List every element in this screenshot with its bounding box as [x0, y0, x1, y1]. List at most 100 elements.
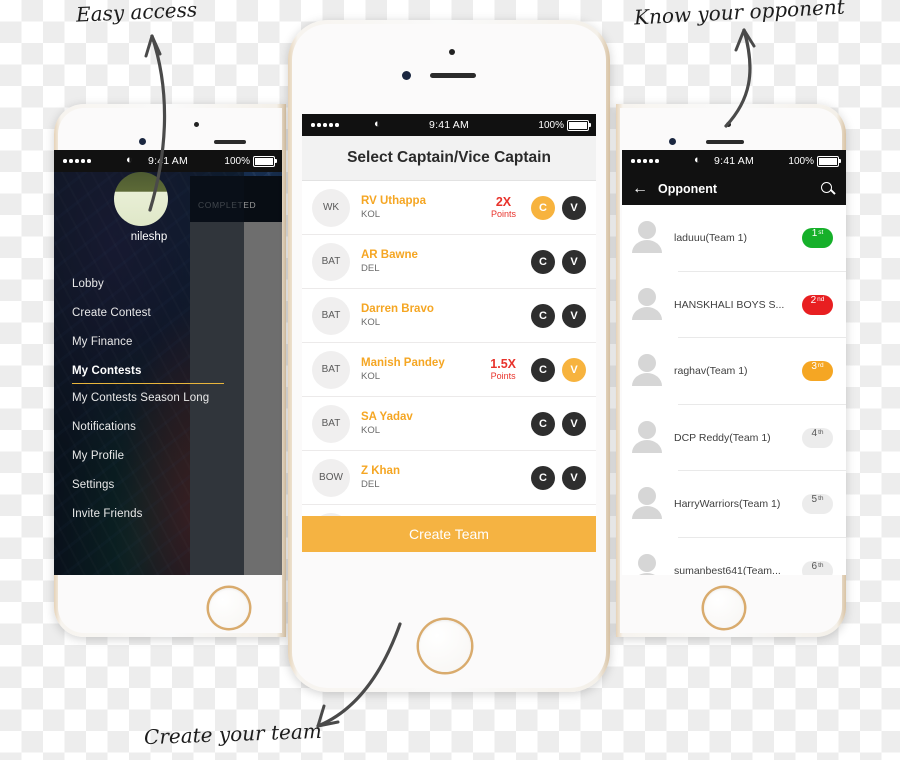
player-team: DEL — [361, 479, 380, 490]
battery-percent: 100% — [788, 155, 814, 167]
status-bar-mid: ◐ 9:41 AM 100% — [302, 114, 596, 136]
player-name: Manish Pandey — [361, 357, 445, 369]
player-team: DEL — [361, 263, 380, 274]
player-info: RV Uthappa KOL — [361, 194, 491, 221]
list-item[interactable]: DCP Reddy(Team 1) 4th — [622, 405, 846, 472]
player-role-badge: WK — [312, 188, 350, 227]
opponent-list[interactable]: laduuu(Team 1) 1st HANSKHALI BOYS S... 2… — [622, 205, 846, 575]
list-item[interactable]: laduuu(Team 1) 1st — [622, 205, 846, 272]
create-team-button[interactable]: Create Team — [302, 516, 596, 552]
avatar — [632, 287, 662, 322]
nav-drawer[interactable]: nileshp Lobby Create Contest My Finance … — [54, 150, 244, 575]
vice-captain-button[interactable]: V — [562, 357, 586, 382]
table-row[interactable]: WK RV Uthappa KOL 2X Points C V — [302, 181, 596, 235]
multiplier-value: 2X — [495, 194, 512, 209]
avatar — [632, 420, 662, 455]
proximity-sensor-icon — [194, 122, 199, 127]
player-role-badge: BAT — [312, 242, 350, 281]
vice-captain-button[interactable]: V — [562, 411, 586, 436]
status-battery-group: 100% — [788, 155, 841, 167]
player-name: RV Uthappa — [361, 195, 426, 207]
status-battery-group: 100% — [224, 155, 277, 167]
player-info: Darren Bravo KOL — [361, 302, 516, 329]
search-icon[interactable] — [820, 181, 836, 197]
avatar — [632, 354, 662, 388]
back-arrow-icon[interactable]: ← — [632, 180, 648, 197]
table-row[interactable]: BAT Manish Pandey KOL 1.5X Points C V — [302, 343, 596, 397]
rank-suffix: st — [818, 229, 824, 237]
status-bar-left: ◐ 9:41 AM 100% — [54, 150, 282, 172]
sidebar-item-invite-friends[interactable]: Invite Friends — [72, 500, 234, 529]
sidebar-item-notifications[interactable]: Notifications — [72, 413, 234, 442]
page-title: Select Captain/Vice Captain — [302, 136, 596, 181]
vice-captain-button[interactable]: V — [562, 303, 586, 328]
multiplier-badge: 2X Points — [491, 194, 516, 220]
phone-middle: ◐ 9:41 AM 100% Select Captain/Vice Capta… — [288, 20, 610, 692]
rank-badge: 3rd — [802, 361, 833, 382]
table-row[interactable]: BAT SA Yadav KOL C V — [302, 397, 596, 451]
captain-button[interactable]: C — [531, 195, 555, 220]
list-item[interactable]: HANSKHALI BOYS S... 2nd — [622, 272, 846, 339]
page-title: Opponent — [658, 181, 718, 196]
rank-value: 4 — [811, 427, 818, 439]
player-name: Z Khan — [361, 465, 400, 477]
opponent-name: raghav(Team 1) — [674, 365, 748, 378]
player-name: SA Yadav — [361, 411, 413, 423]
front-camera-icon — [669, 138, 676, 145]
rank-badge: 2nd — [802, 294, 833, 315]
username-label: nileshp — [130, 231, 168, 243]
battery-icon — [253, 155, 277, 167]
multiplier-badge: 1.5X Points — [490, 356, 516, 382]
front-camera-icon — [402, 71, 411, 80]
player-info: AR Bawne DEL — [361, 248, 516, 275]
player-info: SA Yadav KOL — [361, 410, 516, 437]
player-role-badge: BAT — [312, 404, 350, 443]
player-team: KOL — [361, 209, 381, 220]
rank-value: 2 — [810, 294, 817, 306]
captain-button[interactable]: C — [531, 465, 555, 490]
vice-captain-button[interactable]: V — [562, 195, 586, 220]
table-row[interactable]: BOW Z Khan DEL C V — [302, 451, 596, 505]
avatar[interactable] — [114, 172, 168, 226]
table-row[interactable]: BAT AR Bawne DEL C V — [302, 235, 596, 289]
avatar — [632, 553, 662, 575]
front-camera-icon — [139, 138, 146, 145]
vice-captain-button[interactable]: V — [562, 249, 586, 274]
rank-value: 1 — [811, 228, 818, 240]
vice-captain-button[interactable]: V — [562, 465, 586, 490]
home-button-middle[interactable] — [419, 620, 471, 672]
multiplier-label: Points — [490, 370, 516, 381]
home-button-right[interactable] — [704, 588, 744, 628]
sidebar-item-my-profile[interactable]: My Profile — [72, 442, 234, 471]
table-row[interactable]: BOW Amit Mishra DEL C V — [302, 505, 596, 516]
sidebar-item-my-finance[interactable]: My Finance — [72, 327, 234, 356]
sidebar-item-create-contest[interactable]: Create Contest — [72, 298, 234, 327]
middle-phone-screen: ◐ 9:41 AM 100% Select Captain/Vice Capta… — [302, 114, 596, 552]
opponent-name: HarryWarriors(Team 1) — [674, 498, 781, 511]
earpiece-speaker-icon — [214, 140, 246, 144]
phone-right: ◐ 9:41 AM 100% ← Opponent laduuu(Team 1)… — [616, 104, 846, 637]
rank-badge: 5th — [802, 494, 833, 515]
player-list[interactable]: WK RV Uthappa KOL 2X Points C V BAT AR B… — [302, 181, 596, 516]
captain-button[interactable]: C — [531, 411, 555, 436]
player-team: KOL — [361, 371, 381, 382]
sidebar-item-my-contests-season-long[interactable]: My Contests Season Long — [72, 384, 234, 413]
avatar-image — [114, 172, 168, 226]
captain-button[interactable]: C — [531, 303, 555, 328]
sidebar-item-settings[interactable]: Settings — [72, 471, 234, 500]
annotation-create-team: Create your team — [143, 718, 323, 750]
captain-button[interactable]: C — [531, 357, 555, 382]
battery-percent: 100% — [538, 119, 564, 131]
captain-button[interactable]: C — [531, 249, 555, 274]
list-item[interactable]: sumanbest641(Team... 6th — [622, 538, 846, 575]
sidebar-item-lobby[interactable]: Lobby — [72, 269, 234, 298]
list-item[interactable]: raghav(Team 1) 3rd — [622, 338, 846, 405]
opponent-name: sumanbest641(Team... — [674, 564, 781, 575]
left-app-root: COMPLETED nileshp Lobby Create Contest M… — [54, 150, 282, 575]
list-item[interactable]: HarryWarriors(Team 1) 5th — [622, 471, 846, 538]
table-row[interactable]: BAT Darren Bravo KOL C V — [302, 289, 596, 343]
sidebar-item-my-contests[interactable]: My Contests — [72, 356, 224, 384]
multiplier-value: 1.5X — [490, 356, 516, 371]
home-button-left[interactable] — [209, 588, 249, 628]
rank-badge: 4th — [802, 427, 833, 448]
